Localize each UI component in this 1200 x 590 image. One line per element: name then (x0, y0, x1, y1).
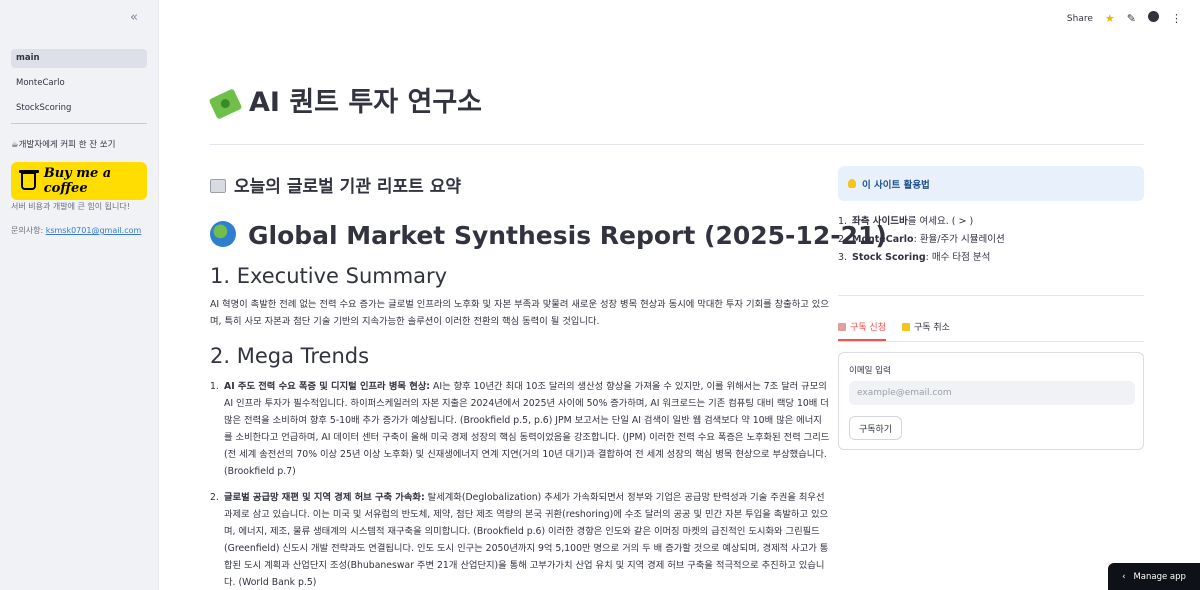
list-item-text: 탈세계화(Deglobalization) 추세가 가속화되면서 정부와 기업은… (224, 492, 829, 588)
subscribe-button[interactable]: 구독하기 (849, 416, 902, 440)
money-icon (208, 87, 243, 120)
coffee-cup-icon (19, 170, 39, 190)
contact-prefix: 문의사항: (11, 226, 46, 235)
sidebar-item-montecarlo[interactable]: MonteCarlo (11, 74, 147, 93)
share-button[interactable]: Share (1067, 14, 1093, 24)
tab-unsubscribe[interactable]: 구독 취소 (901, 320, 950, 341)
list-item: 1. AI 주도 전력 수요 폭증 및 디지털 인프라 병목 현상: AI는 향… (210, 378, 830, 480)
page-title-text: AI 퀀트 투자 연구소 (249, 87, 483, 118)
coffee-title: ☕개발자에게 커피 한 잔 쏘기 (11, 140, 116, 150)
usage-info-title: 이 사이트 활용법 (862, 179, 930, 191)
top-toolbar: Share ★ ✎ ⋮ (1067, 11, 1182, 26)
sidebar-item-main[interactable]: main (11, 49, 147, 68)
manage-app-label: Manage app (1133, 571, 1186, 582)
subscribe-form: 이메일 입력 구독하기 (838, 352, 1144, 450)
usage-list: 1. 좌측 사이드바를 여세요. ( > ) 2. MonteCarlo: 환율/주… (838, 213, 1144, 267)
email-input[interactable] (849, 381, 1135, 405)
inbox-icon (838, 323, 846, 331)
list-item-number: 2. (210, 492, 219, 503)
usage-item-title: 좌측 사이드바 (852, 216, 908, 227)
github-icon[interactable] (1148, 11, 1159, 26)
executive-summary-text: AI 혁명이 촉발한 전례 없는 전력 수요 증가는 글로벌 인프라의 노후화 … (210, 299, 829, 327)
sidebar-item-stockscoring[interactable]: StockScoring (11, 99, 147, 118)
usage-item-title: MonteCarlo (852, 234, 914, 245)
contact-email-link[interactable]: ksmsk0701@gmail.com (46, 226, 142, 235)
list-item-number: 1. (210, 381, 219, 392)
list-item-title: AI 주도 전력 수요 폭증 및 디지털 인프라 병목 현상: (224, 381, 431, 392)
section-heading-executive-summary: 1. Executive Summary (210, 264, 448, 288)
lightbulb-icon (848, 179, 856, 188)
report-subtitle-text: 오늘의 글로벌 기관 리포트 요약 (234, 177, 461, 197)
usage-item: 3. Stock Scoring: 매수 타점 분석 (838, 249, 1144, 267)
list-item-title: 글로벌 공급망 재편 및 지역 경제 허브 구축 가속화: (224, 492, 425, 503)
usage-item-text: : 환율/주가 시뮬레이션 (913, 234, 1005, 245)
star-icon[interactable]: ★ (1105, 12, 1115, 26)
title-divider (210, 144, 1144, 145)
manage-app-button[interactable]: ‹ Manage app (1108, 563, 1200, 590)
buy-me-a-coffee-button[interactable]: Buy me a coffee (11, 162, 147, 200)
usage-item-number: 3. (838, 252, 848, 263)
tab-label: 구독 취소 (913, 323, 950, 333)
page-title: AI 퀀트 투자 연구소 (208, 80, 483, 120)
email-label: 이메일 입력 (849, 366, 891, 376)
list-item-text: AI는 향후 10년간 최대 10조 달러의 생산성 향상을 가져올 수 있지만… (224, 381, 830, 477)
mega-trends-list: 1. AI 주도 전력 수요 폭증 및 디지털 인프라 병목 현상: AI는 향… (210, 378, 830, 590)
contact-info: 문의사항: ksmsk0701@gmail.com (11, 225, 141, 236)
wave-hand-icon (901, 323, 910, 331)
tab-label: 구독 신청 (850, 323, 886, 333)
usage-item-title: Stock Scoring (852, 252, 926, 263)
right-divider (838, 295, 1144, 296)
report-title: Global Market Synthesis Report (2025-12-… (210, 221, 887, 250)
usage-item: 2. MonteCarlo: 환율/주가 시뮬레이션 (838, 231, 1144, 249)
tab-subscribe[interactable]: 구독 신청 (838, 320, 886, 341)
usage-item: 1. 좌측 사이드바를 여세요. ( > ) (838, 213, 1144, 231)
usage-info-box: 이 사이트 활용법 (838, 166, 1144, 201)
chevron-left-icon: ‹ (1122, 571, 1126, 582)
subscription-tabs: 구독 신청 구독 취소 (838, 320, 1144, 342)
list-item: 2. 글로벌 공급망 재편 및 지역 경제 허브 구축 가속화: 탈세계화(De… (210, 489, 830, 590)
report-column: 오늘의 글로벌 기관 리포트 요약 Global Market Synthesi… (210, 172, 887, 590)
sidebar-divider (11, 123, 147, 124)
server-note: 서버 비용과 개발에 큰 힘이 됩니다! (11, 202, 130, 211)
list-item-body: AI 주도 전력 수요 폭증 및 디지털 인프라 병목 현상: AI는 향후 1… (224, 378, 830, 480)
collapse-sidebar-icon[interactable]: « (130, 10, 138, 25)
menu-icon[interactable]: ⋮ (1171, 12, 1182, 26)
section-heading-mega-trends: 2. Mega Trends (210, 344, 370, 368)
usage-item-number: 1. (838, 216, 848, 227)
usage-item-text: : 매수 타점 분석 (925, 252, 991, 263)
usage-item-text: 를 여세요. ( > ) (907, 216, 974, 227)
newspaper-icon (210, 179, 226, 193)
report-title-text: Global Market Synthesis Report (2025-12-… (248, 221, 887, 250)
sidebar-nav: main MonteCarlo StockScoring (11, 49, 147, 124)
report-subtitle: 오늘의 글로벌 기관 리포트 요약 (210, 172, 830, 197)
globe-icon (210, 221, 236, 247)
sidebar: « main MonteCarlo StockScoring ☕개발자에게 커피… (0, 0, 159, 590)
usage-item-number: 2. (838, 234, 848, 245)
edit-icon[interactable]: ✎ (1127, 12, 1136, 26)
list-item-body: 글로벌 공급망 재편 및 지역 경제 허브 구축 가속화: 탈세계화(Deglo… (224, 489, 830, 590)
coffee-button-label: Buy me a coffee (43, 166, 112, 196)
